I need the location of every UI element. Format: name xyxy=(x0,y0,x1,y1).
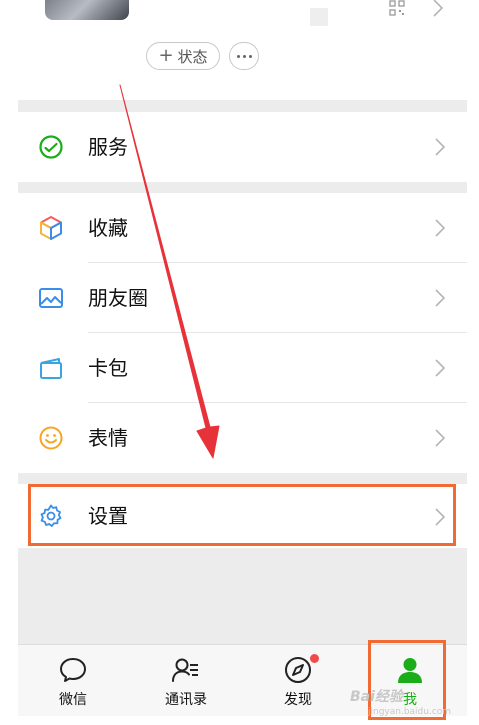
tab-contacts[interactable]: 通讯录 xyxy=(136,645,236,717)
cube-icon xyxy=(40,216,62,240)
tab-label-contacts: 通讯录 xyxy=(165,692,207,708)
card-wallet-icon xyxy=(40,358,62,379)
menu-label-moments: 朋友圈 xyxy=(88,286,148,310)
profile-chevron-right-icon[interactable] xyxy=(432,0,444,18)
contacts-icon xyxy=(172,658,198,682)
picture-icon xyxy=(39,288,63,308)
avatar[interactable] xyxy=(45,0,129,20)
add-status-button[interactable]: + 状态 xyxy=(146,42,220,70)
chat-bubble-icon xyxy=(60,658,86,682)
status-label: 状态 xyxy=(177,47,208,66)
menu-item-service[interactable]: 服务 xyxy=(18,112,467,182)
tab-discover[interactable]: 发现 xyxy=(248,645,348,717)
more-dots-icon xyxy=(236,54,252,58)
menu-item-cards[interactable]: 卡包 xyxy=(18,333,467,403)
smiley-icon xyxy=(39,426,63,450)
section-divider xyxy=(18,100,467,112)
qr-code-icon[interactable] xyxy=(389,0,405,16)
menu-label-favorites: 收藏 xyxy=(88,216,128,240)
compass-icon xyxy=(285,657,311,683)
chevron-right-icon xyxy=(435,138,445,156)
menu-item-moments[interactable]: 朋友圈 xyxy=(18,263,467,333)
profile-header: + 状态 xyxy=(0,0,479,100)
profile-placeholder-square xyxy=(310,8,328,26)
empty-area xyxy=(18,548,467,644)
more-button[interactable] xyxy=(229,42,259,70)
chevron-right-icon xyxy=(435,289,445,307)
watermark-url: jingyan.baidu.com xyxy=(368,707,452,717)
tab-chats[interactable]: 微信 xyxy=(23,645,123,717)
menu-label-stickers: 表情 xyxy=(88,426,128,450)
section-divider xyxy=(18,473,467,484)
service-icon xyxy=(39,135,63,159)
plus-icon: + xyxy=(158,45,174,66)
watermark-logo: Bai经验 xyxy=(350,689,403,705)
chevron-right-icon xyxy=(435,219,445,237)
chevron-right-icon xyxy=(435,429,445,447)
notification-dot xyxy=(310,654,319,663)
tab-label-discover: 发现 xyxy=(284,692,312,708)
tab-label-chats: 微信 xyxy=(59,692,87,708)
chevron-right-icon xyxy=(435,359,445,377)
menu-item-favorites[interactable]: 收藏 xyxy=(18,193,467,263)
settings-highlight-box xyxy=(28,484,456,546)
menu-item-stickers[interactable]: 表情 xyxy=(18,403,467,473)
menu-label-service: 服务 xyxy=(88,135,128,159)
section-divider xyxy=(18,182,467,193)
menu-label-cards: 卡包 xyxy=(88,356,128,380)
